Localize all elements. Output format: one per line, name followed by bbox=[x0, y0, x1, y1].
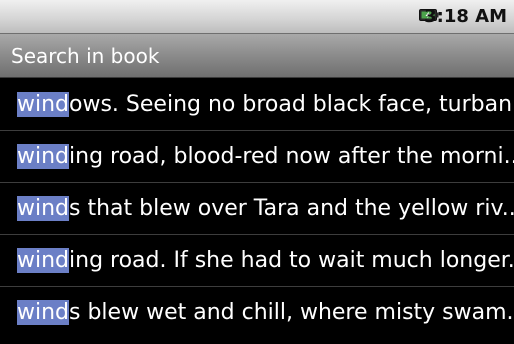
search-result-snippet: windows. Seeing no broad black face, tur… bbox=[17, 79, 514, 130]
status-bar: 3:18 AM bbox=[0, 0, 514, 34]
search-result-snippet: winding road, blood-red now after the mo… bbox=[17, 131, 514, 182]
search-match-highlight: wind bbox=[17, 92, 70, 117]
search-result-text: s that blew over Tara and the yellow riv… bbox=[69, 196, 514, 221]
search-result-text: s blew wet and chill, where misty swam..… bbox=[69, 300, 514, 325]
search-match-highlight: wind bbox=[17, 300, 70, 325]
search-result-snippet: winds that blew over Tara and the yellow… bbox=[17, 183, 514, 234]
search-result-item[interactable]: winds blew wet and chill, where misty sw… bbox=[0, 287, 514, 339]
title-bar: Search in book bbox=[0, 34, 514, 78]
search-results-list: windows. Seeing no broad black face, tur… bbox=[0, 79, 514, 339]
screen: 3:18 AM Search in book windows. Seeing n… bbox=[0, 0, 514, 344]
search-result-text: ows. Seeing no broad black face, turban.… bbox=[69, 92, 514, 117]
page-title: Search in book bbox=[11, 44, 160, 68]
search-result-item[interactable]: windows. Seeing no broad black face, tur… bbox=[0, 79, 514, 131]
search-match-highlight: wind bbox=[17, 196, 70, 221]
status-time: 3:18 AM bbox=[424, 6, 507, 27]
search-result-item[interactable]: winding road. If she had to wait much lo… bbox=[0, 235, 514, 287]
search-match-highlight: wind bbox=[17, 144, 70, 169]
search-result-text: ing road. If she had to wait much longer… bbox=[69, 248, 514, 273]
search-result-item[interactable]: winds that blew over Tara and the yellow… bbox=[0, 183, 514, 235]
search-result-text: ing road, blood-red now after the morni.… bbox=[69, 144, 514, 169]
search-result-item[interactable]: winding road, blood-red now after the mo… bbox=[0, 131, 514, 183]
search-result-snippet: winding road. If she had to wait much lo… bbox=[17, 235, 514, 286]
search-result-snippet: winds blew wet and chill, where misty sw… bbox=[17, 287, 514, 338]
search-match-highlight: wind bbox=[17, 248, 70, 273]
